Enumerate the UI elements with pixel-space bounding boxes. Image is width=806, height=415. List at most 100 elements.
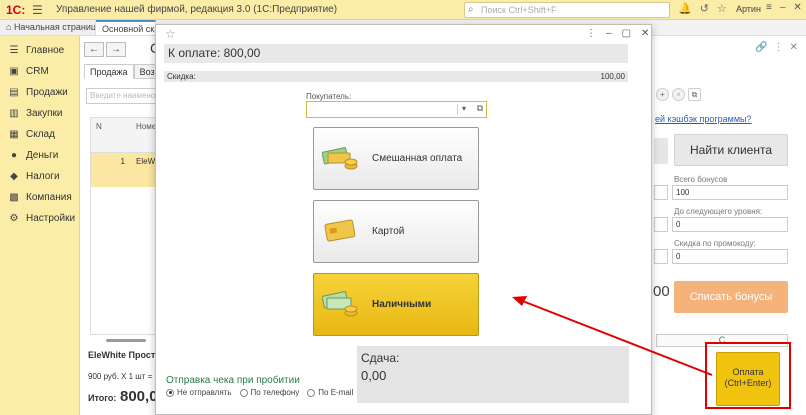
money-icon: ● <box>10 150 18 161</box>
total-label: Итого: <box>88 393 117 403</box>
total-bonus-label: Всего бонусов <box>674 175 728 184</box>
sidebar-item-label: CRM <box>26 66 49 77</box>
settings-menu-icon[interactable]: ≡ <box>766 2 772 13</box>
bonus-amount: 00 <box>653 283 670 300</box>
company-icon: ▩ <box>9 192 19 203</box>
form-close-icon[interactable]: ✕ <box>789 42 797 53</box>
sidebar-item-label: Компания <box>26 192 72 203</box>
sidebar-item-crm[interactable]: ▣ CRM <box>0 61 79 82</box>
sidebar-item-company[interactable]: ▩ Компания <box>0 187 79 208</box>
next-level-field: 0 <box>672 217 788 232</box>
receipt-option-none[interactable]: Не отправлять <box>166 388 232 397</box>
sidebar-item-label: Главное <box>26 45 65 56</box>
cash-icon <box>322 291 358 317</box>
cashback-link[interactable]: ей кэшбэк программы? <box>655 114 752 124</box>
promo-side-field <box>654 249 668 264</box>
sidebar-item-taxes[interactable]: ◆ Налоги <box>0 166 79 187</box>
table-row[interactable]: 1 EleW <box>91 153 159 187</box>
payment-dialog: ☆ ⋮ – ▢ ✕ К оплате: 800,00 Скидка: 100,0… <box>155 24 652 415</box>
dialog-close-icon[interactable]: ✕ <box>641 28 649 39</box>
minimize-icon[interactable]: – <box>780 2 786 13</box>
title-bar: 1С: ☰ Управление нашей фирмой, редакция … <box>0 0 806 20</box>
find-client-button[interactable]: Найти клиента <box>674 134 788 166</box>
level-side-field <box>654 217 668 232</box>
nav-buttons: ← → <box>84 42 126 57</box>
user-name[interactable]: Артин <box>736 4 761 14</box>
search-icon: ⌕ <box>468 4 474 15</box>
star-icon[interactable]: ☆ <box>717 2 727 15</box>
form-link-tools: 🔗 ⋮ ✕ <box>755 42 798 53</box>
back-button[interactable]: ← <box>84 42 104 57</box>
cash-payment-label: Наличными <box>372 299 432 310</box>
close-icon[interactable]: ✕ <box>793 2 801 13</box>
open-link-icon[interactable]: ⧉ <box>688 88 701 101</box>
dialog-controls: ⋮ – ▢ ✕ <box>586 28 649 39</box>
cash-payment-button[interactable]: Наличными <box>313 273 479 336</box>
tab-main[interactable]: Основной ск <box>96 20 156 35</box>
col-n: N <box>96 122 102 131</box>
sidebar-item-label: Настройки <box>26 213 76 224</box>
sidebar-item-settings[interactable]: ⚙ Настройки <box>0 208 79 229</box>
sidebar-item-label: Закупки <box>26 108 63 119</box>
sidebar-item-sales[interactable]: ▤ Продажи <box>0 82 79 103</box>
dialog-minimize-icon[interactable]: – <box>606 28 612 39</box>
app-title: Управление нашей фирмой, редакция 3.0 (1… <box>56 4 338 15</box>
bell-icon[interactable]: 🔔 <box>678 2 692 15</box>
sidebar-item-warehouse[interactable]: ▦ Склад <box>0 124 79 145</box>
promo-label: Скидка по промокоду: <box>674 239 756 248</box>
purchases-icon: ▥ <box>9 108 19 119</box>
change-label: Сдача: <box>361 351 400 365</box>
price-line: 900 руб. X 1 шт = 9 <box>88 372 159 381</box>
discount-bar: Скидка: 100,00 <box>164 71 628 82</box>
side-button[interactable] <box>654 138 668 164</box>
sidebar-item-money[interactable]: ● Деньги <box>0 145 79 166</box>
card-icon <box>324 219 356 242</box>
open-icon[interactable]: ⧉ <box>477 103 483 114</box>
product-search-input[interactable]: Введите наименов <box>86 88 158 104</box>
add-circle-icon[interactable]: + <box>656 88 669 101</box>
change-panel: Сдача: 0,00 <box>357 346 629 403</box>
table-scrollbar[interactable] <box>90 337 160 343</box>
sidebar-item-label: Продажи <box>26 87 68 98</box>
dialog-more-icon[interactable]: ⋮ <box>586 28 596 39</box>
receipt-option-phone[interactable]: По телефону <box>239 388 299 397</box>
history-icon[interactable]: ↺ <box>700 2 709 15</box>
mixed-payment-button[interactable]: Смешанная оплата <box>313 127 479 190</box>
sidebar-item-purchases[interactable]: ▥ Закупки <box>0 103 79 124</box>
spend-bonus-button[interactable]: Списать бонусы <box>674 281 788 313</box>
goods-table: N Номе 1 EleW <box>90 117 160 335</box>
right-toolbar: + ▫ ⧉ <box>656 88 701 101</box>
sidebar: ☰ Главное ▣ CRM ▤ Продажи ▥ Закупки ▦ Склад ●… <box>0 36 80 415</box>
sidebar-item-main[interactable]: ☰ Главное <box>0 40 79 61</box>
amount-to-pay: К оплате: 800,00 <box>164 44 628 63</box>
discount-label: Скидка: <box>167 72 196 81</box>
card-payment-button[interactable]: Картой <box>313 200 479 263</box>
tab-sale[interactable]: Продажа <box>84 64 134 79</box>
pay-button[interactable]: Оплата (Ctrl+Enter) <box>716 352 780 406</box>
receipt-options: Не отправлять По телефону По E-mail <box>166 388 353 397</box>
sales-icon: ▤ <box>9 87 19 98</box>
taxes-icon: ◆ <box>10 171 18 182</box>
global-search-input[interactable]: ⌕ Поиск Ctrl+Shift+F <box>464 2 670 18</box>
forward-button[interactable]: → <box>106 42 126 57</box>
total-bonus-field: 100 <box>672 185 788 200</box>
menu-icon[interactable]: ☰ <box>32 3 48 17</box>
link-icon[interactable]: 🔗 <box>755 42 767 53</box>
dialog-maximize-icon[interactable]: ▢ <box>622 28 631 39</box>
buyer-select[interactable]: ▾ ⧉ <box>306 101 487 118</box>
mixed-payment-icon <box>322 147 358 170</box>
app-logo: 1С: <box>6 2 26 17</box>
chevron-down-icon[interactable]: ▾ <box>456 104 466 115</box>
receipt-option-label: По E-mail <box>318 388 354 397</box>
favorite-star-icon[interactable]: ☆ <box>165 27 176 41</box>
radio-checked[interactable] <box>166 388 174 397</box>
radio-unchecked[interactable] <box>307 388 316 397</box>
radio-unchecked[interactable] <box>239 388 248 397</box>
settings-icon: ⚙ <box>9 213 19 224</box>
copy-circle-icon[interactable]: ▫ <box>672 88 685 101</box>
scroll-thumb[interactable] <box>106 339 146 342</box>
more-icon[interactable]: ⋮ <box>773 42 783 53</box>
tab-home[interactable]: ⌂ Начальная страница <box>0 20 96 35</box>
receipt-option-email[interactable]: По E-mail <box>307 388 353 397</box>
pay-button-shortcut: (Ctrl+Enter) <box>724 378 772 388</box>
